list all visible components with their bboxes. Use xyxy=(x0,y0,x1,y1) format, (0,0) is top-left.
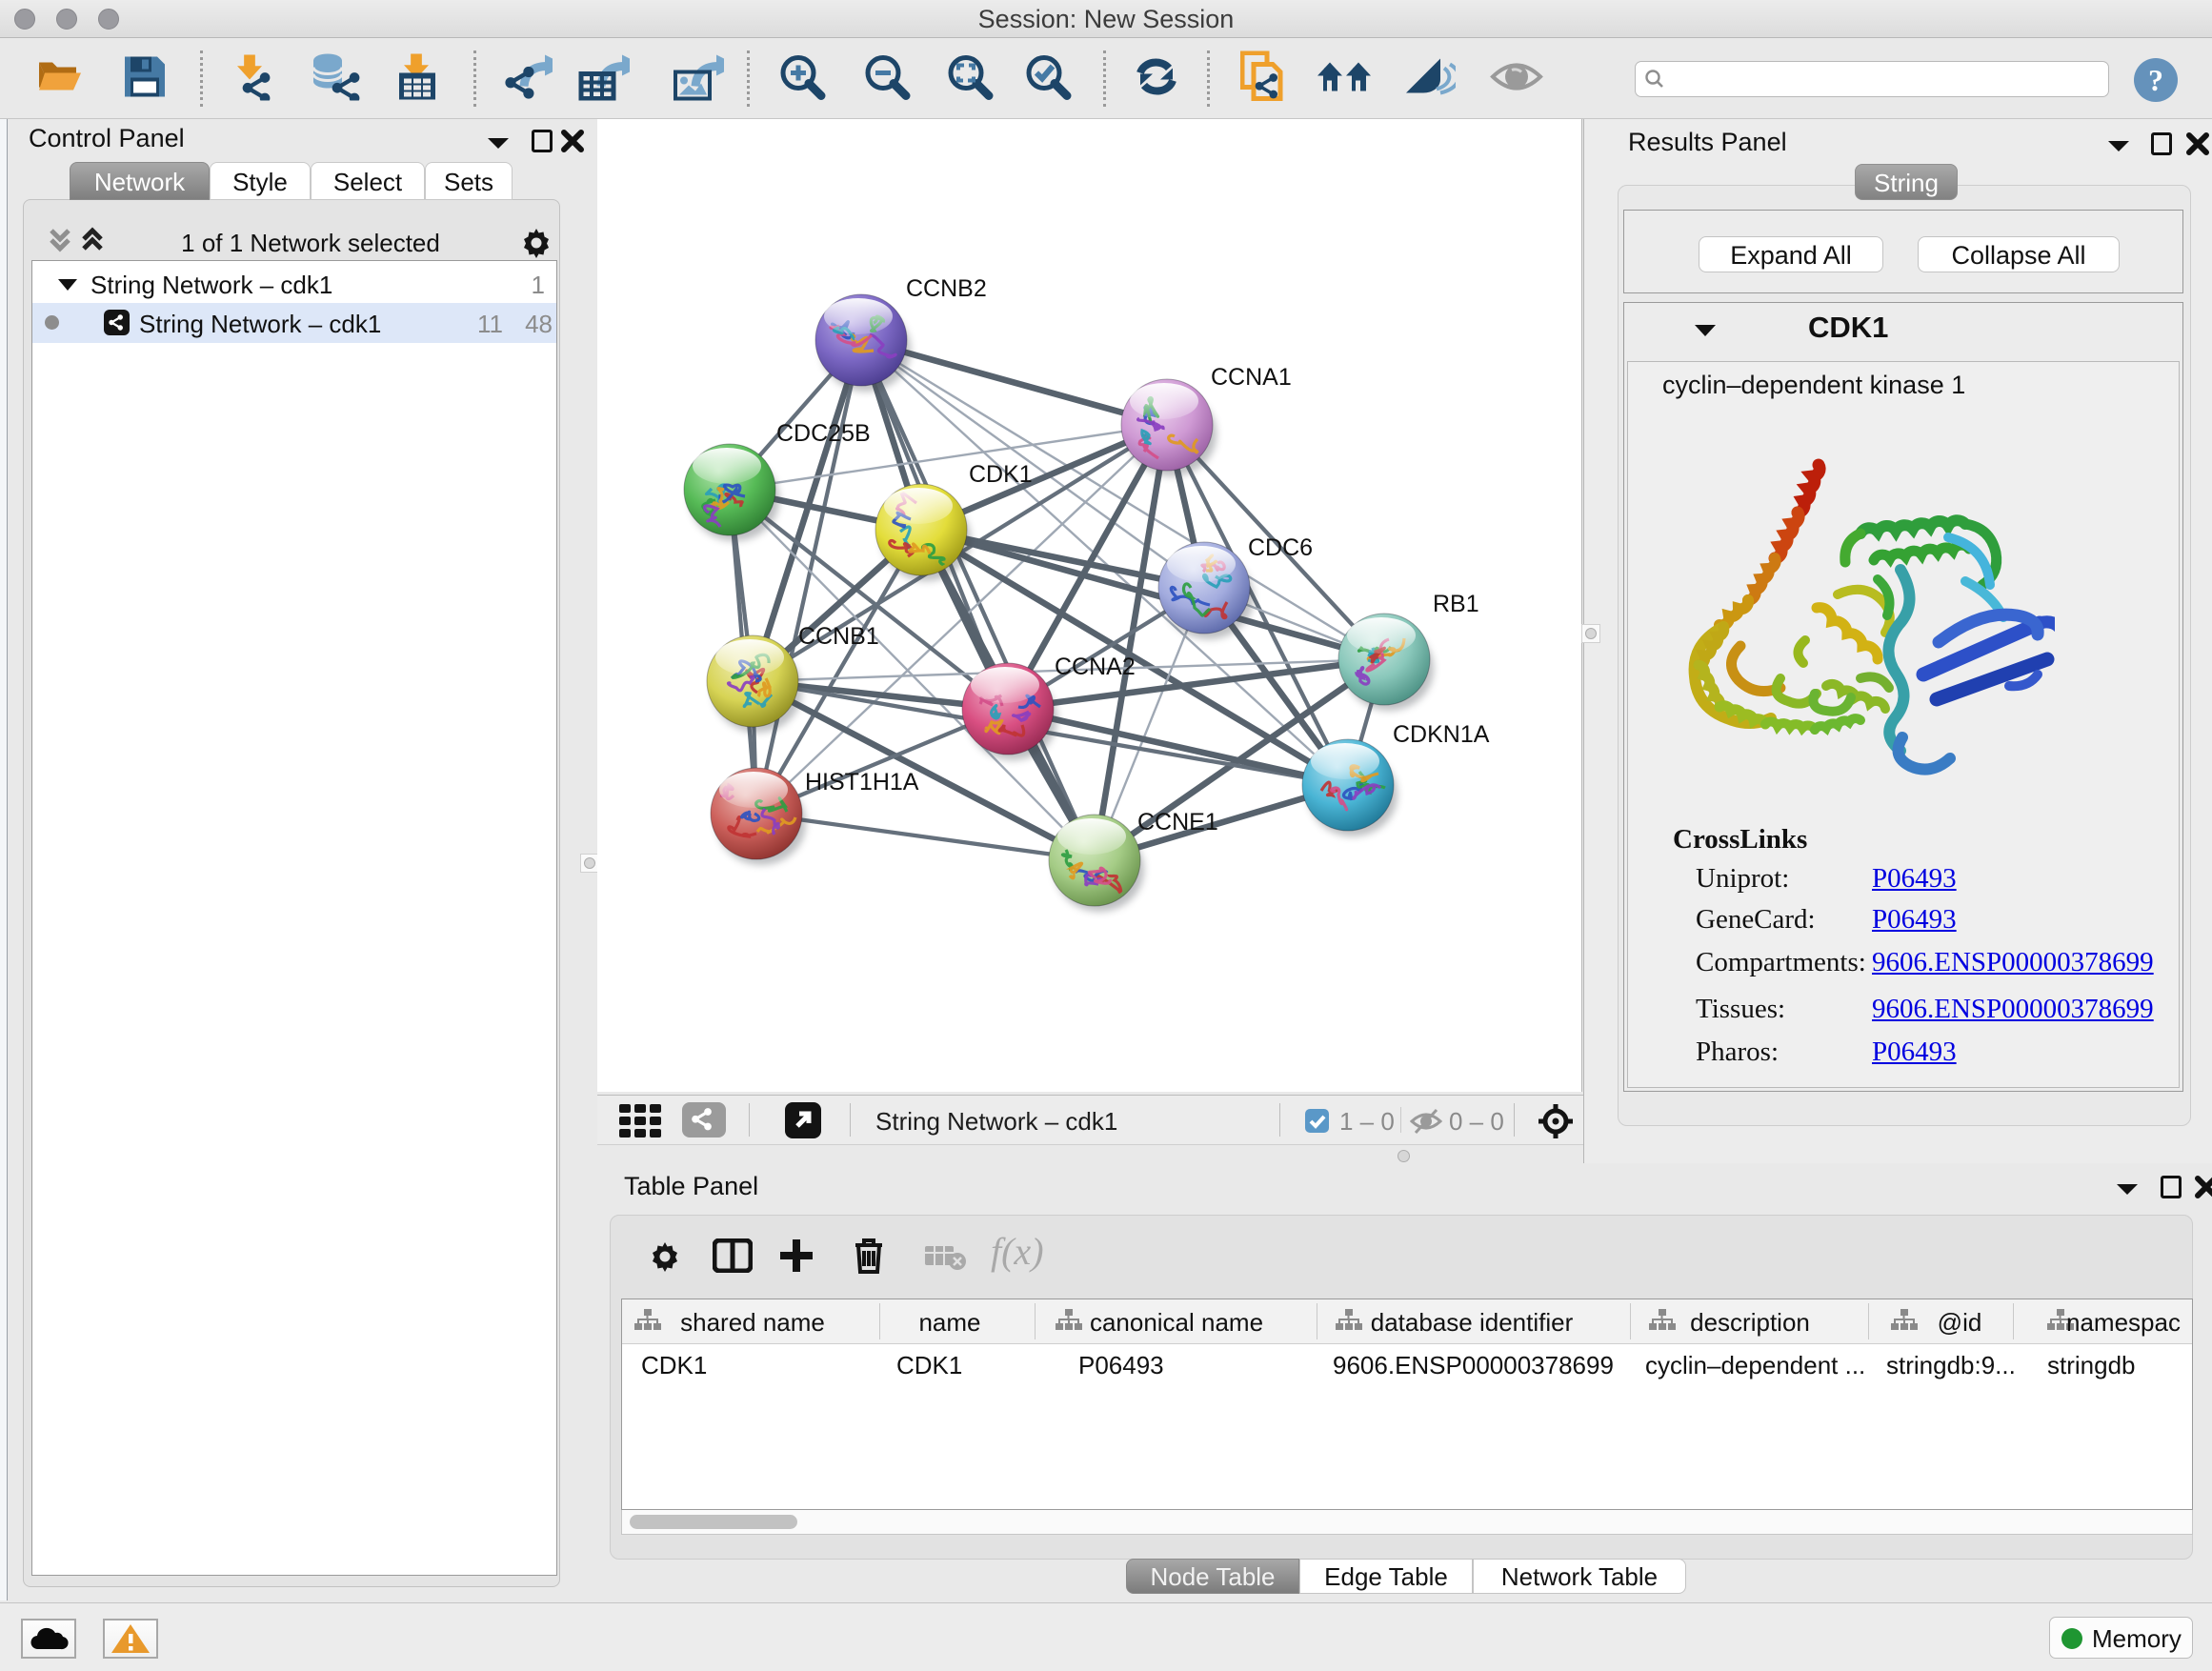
svg-text:CCNB1: CCNB1 xyxy=(798,623,879,650)
svg-text:HIST1H1A: HIST1H1A xyxy=(805,769,919,795)
svg-text:CDC25B: CDC25B xyxy=(776,420,871,447)
svg-text:RB1: RB1 xyxy=(1433,591,1479,617)
svg-text:CDKN1A: CDKN1A xyxy=(1393,721,1490,748)
svg-text:CCNE1: CCNE1 xyxy=(1137,809,1218,836)
svg-text:CCNA1: CCNA1 xyxy=(1211,364,1292,391)
svg-text:CDC6: CDC6 xyxy=(1248,534,1313,561)
svg-text:CCNA2: CCNA2 xyxy=(1055,654,1136,680)
svg-text:CCNB2: CCNB2 xyxy=(906,275,987,302)
svg-text:CDK1: CDK1 xyxy=(969,461,1033,488)
